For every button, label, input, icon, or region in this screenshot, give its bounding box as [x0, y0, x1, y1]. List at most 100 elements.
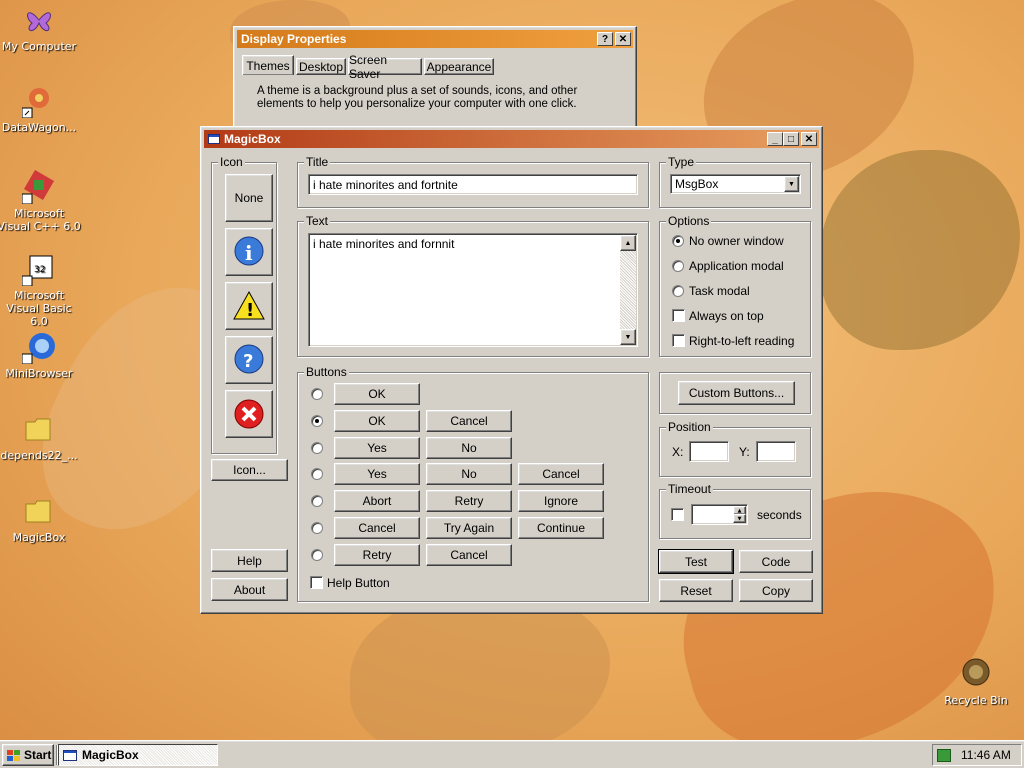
desktop-icon-vb[interactable]: 32 Microsoft Visual Basic 6.0: [0, 252, 81, 328]
button-set-preview[interactable]: Cancel: [518, 463, 604, 485]
button-set-radio[interactable]: [311, 415, 323, 427]
custom-buttons-button[interactable]: Custom Buttons...: [678, 381, 795, 405]
copy-button[interactable]: Copy: [739, 579, 813, 602]
background-leaf: [350, 590, 610, 760]
recycle-bin-icon: [959, 657, 993, 691]
tab-appearance[interactable]: Appearance: [424, 58, 494, 75]
help-button-checkbox[interactable]: [310, 576, 323, 589]
always-on-top-checkbox[interactable]: [672, 309, 685, 322]
buttons-group: Buttons: [297, 365, 649, 602]
button-set-preview[interactable]: Retry: [334, 544, 420, 566]
tab-screen-saver[interactable]: Screen Saver: [348, 53, 422, 81]
button-set-preview[interactable]: Retry: [426, 490, 512, 512]
code-button[interactable]: Code: [739, 550, 813, 573]
desktop-icon-my-computer[interactable]: My Computer: [0, 3, 81, 53]
clock: 11:46 AM: [961, 748, 1011, 762]
taskbar-button-magicbox[interactable]: MagicBox: [58, 744, 218, 766]
button-set-radio[interactable]: [311, 522, 323, 534]
desktop-icon-recycle-bin[interactable]: Recycle Bin: [934, 657, 1018, 707]
button-set-radio[interactable]: [311, 495, 323, 507]
spin-down-button[interactable]: ▼: [733, 514, 746, 523]
start-label: Start: [24, 748, 52, 762]
option-task-modal-radio[interactable]: [672, 285, 684, 297]
button-set-radio[interactable]: [311, 468, 323, 480]
maximize-button[interactable]: □: [783, 132, 799, 146]
help-button[interactable]: Help: [211, 549, 288, 572]
icon-info-button[interactable]: i: [225, 228, 273, 276]
button-set-preview[interactable]: No: [426, 463, 512, 485]
minimize-button[interactable]: _: [767, 132, 783, 146]
chevron-down-icon[interactable]: ▼: [784, 176, 799, 192]
scroll-down-button[interactable]: ▼: [620, 329, 636, 345]
close-title-button[interactable]: ✕: [615, 32, 631, 46]
button-set-radio[interactable]: [311, 549, 323, 561]
y-label: Y:: [739, 445, 750, 459]
timeout-checkbox[interactable]: [671, 508, 684, 521]
taskbar-button-label: MagicBox: [82, 748, 139, 762]
button-set-preview[interactable]: OK: [334, 410, 420, 432]
button-set-preview[interactable]: OK: [334, 383, 420, 405]
button-set-preview[interactable]: Cancel: [426, 410, 512, 432]
type-select[interactable]: MsgBox ▼: [670, 174, 801, 194]
window-title: Display Properties: [241, 32, 347, 46]
timeout-spin-input[interactable]: ▲ ▼: [691, 504, 748, 525]
desktop-icon-vc[interactable]: Microsoft Visual C++ 6.0: [0, 169, 81, 233]
button-set-preview[interactable]: Yes: [334, 463, 420, 485]
desktop-icon-depends[interactable]: depends22_...: [0, 412, 81, 462]
icon-question-button[interactable]: ?: [225, 336, 273, 384]
magicbox-titlebar[interactable]: MagicBox _ □ ✕: [204, 130, 819, 148]
start-button[interactable]: Start: [2, 744, 54, 766]
help-button-checkbox-label: Help Button: [327, 576, 390, 590]
folder-icon: [22, 494, 56, 528]
position-x-input[interactable]: [689, 441, 729, 462]
svg-text:?: ?: [243, 351, 253, 372]
button-set-preview[interactable]: Yes: [334, 437, 420, 459]
group-label: Timeout: [666, 482, 713, 496]
icon-error-button[interactable]: [225, 390, 273, 438]
option-no-owner-radio[interactable]: [672, 235, 684, 247]
title-input[interactable]: i hate minorites and fortnite: [308, 174, 638, 195]
button-set-preview[interactable]: Cancel: [334, 517, 420, 539]
button-set-radio[interactable]: [311, 388, 323, 400]
text-area-value: i hate minorites and fornnit: [313, 237, 455, 251]
tab-desktop[interactable]: Desktop: [296, 58, 346, 75]
rtl-reading-checkbox[interactable]: [672, 334, 685, 347]
button-set-preview[interactable]: Try Again: [426, 517, 512, 539]
group-label: Type: [666, 155, 697, 169]
display-properties-titlebar[interactable]: Display Properties ? ✕: [237, 30, 633, 48]
button-set-preview[interactable]: No: [426, 437, 512, 459]
button-set-radio[interactable]: [311, 442, 323, 454]
desktop-icon-minibrowser[interactable]: MiniBrowser: [0, 330, 81, 380]
help-title-button[interactable]: ?: [597, 32, 613, 46]
option-app-modal-radio[interactable]: [672, 260, 684, 272]
text-area[interactable]: i hate minorites and fornnit ▲ ▼: [308, 233, 638, 347]
reset-button[interactable]: Reset: [659, 579, 733, 602]
icon-none-button[interactable]: None: [225, 174, 273, 222]
desktop-icon-datawagon[interactable]: DataWagon...: [0, 84, 81, 134]
seconds-label: seconds: [757, 508, 802, 522]
button-set-preview[interactable]: Ignore: [518, 490, 604, 512]
windows-logo-icon: [7, 749, 20, 761]
option-label: Always on top: [689, 309, 764, 323]
option-label: Task modal: [689, 284, 750, 298]
button-set-preview[interactable]: Continue: [518, 517, 604, 539]
test-button[interactable]: Test: [658, 549, 734, 574]
question-icon: ?: [234, 344, 264, 374]
icon-browse-button[interactable]: Icon...: [211, 459, 288, 481]
svg-text:i: i: [245, 241, 253, 265]
background-leaf: [820, 150, 1020, 350]
desktop-icon-magicbox[interactable]: MagicBox: [0, 494, 81, 544]
magicbox-window: MagicBox _ □ ✕ Icon None i ! ? Icon... H…: [200, 126, 823, 614]
warning-icon: !: [233, 290, 265, 321]
button-set-preview[interactable]: Abort: [334, 490, 420, 512]
icon-warning-button[interactable]: !: [225, 282, 273, 330]
button-set-preview[interactable]: Cancel: [426, 544, 512, 566]
about-button[interactable]: About: [211, 578, 288, 601]
network-tray-icon[interactable]: [937, 748, 951, 762]
text-scrollbar[interactable]: ▲ ▼: [620, 235, 636, 345]
position-y-input[interactable]: [756, 441, 796, 462]
close-button[interactable]: ✕: [801, 132, 817, 146]
tab-themes[interactable]: Themes: [242, 55, 294, 75]
svg-text:32: 32: [34, 265, 45, 275]
scroll-up-button[interactable]: ▲: [620, 235, 636, 251]
